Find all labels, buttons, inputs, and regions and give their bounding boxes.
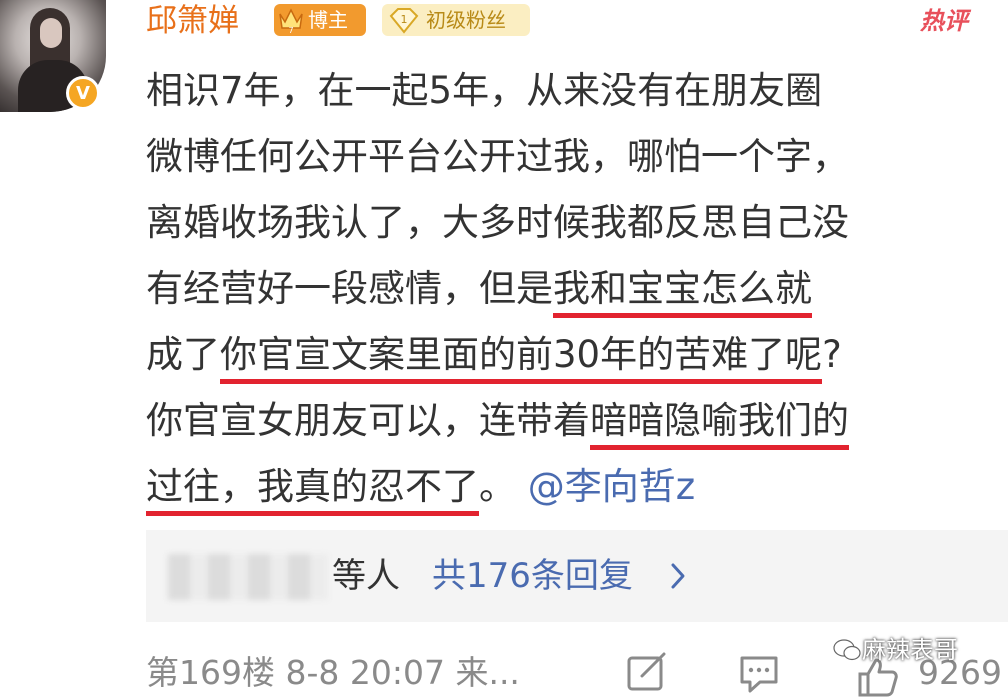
svg-text:7: 7 — [288, 26, 293, 34]
comment-icon[interactable] — [738, 654, 780, 694]
comment-line: 相识7年，在一起5年，从来没有在朋友圈 — [146, 58, 1004, 124]
wechat-icon — [833, 639, 861, 661]
chevron-right-icon — [671, 563, 685, 589]
edit-icon[interactable] — [626, 652, 668, 692]
text-segment: 成了 — [146, 333, 220, 376]
blogger-badge[interactable]: 7 博主 — [274, 4, 366, 36]
comment-line: 微博任何公开平台公开过我，哪怕一个字， — [146, 124, 1004, 190]
comment-card: V 邱箫婵 7 博主 1 初级粉丝 热评 相识7年，在一起5年，从来没有在朋友圈… — [0, 0, 1008, 699]
replies-preview[interactable]: 等人 共176条回复 — [146, 530, 1008, 622]
verified-badge: V — [66, 76, 100, 110]
comment-line: 离婚收场我认了，大多时候我都反思自己没 — [146, 190, 1004, 256]
view-replies-link[interactable]: 共176条回复 — [432, 550, 633, 602]
comment-line: 过往，我真的忍不了。 @李向哲z — [146, 454, 1004, 520]
mention-link[interactable]: @李向哲z — [528, 465, 695, 508]
avatar-face — [40, 18, 62, 48]
comment-text: 相识7年，在一起5年，从来没有在朋友圈 微博任何公开平台公开过我，哪怕一个字， … — [146, 58, 1004, 520]
text-segment: 。 — [479, 465, 516, 508]
underlined-segment: 过往，我真的忍不了 — [146, 465, 479, 508]
underlined-segment: 暗暗隐喻我们的 — [590, 399, 849, 442]
username[interactable]: 邱箫婵 — [146, 2, 239, 40]
hot-comment-tag: 热评 — [920, 7, 968, 35]
comment-meta: 第169楼 8-8 20:07 来... — [146, 653, 520, 692]
watermark: 麻辣表哥 — [832, 634, 958, 666]
fan-level-icon: 1 — [389, 8, 419, 34]
underlined-segment: 你官宣文案里面的前30年的苦难了呢 — [220, 333, 823, 376]
text-segment: 相识7年，在一起5年，从来没有在朋友圈 — [146, 69, 823, 112]
crown-icon: 7 — [279, 8, 303, 34]
fan-badge[interactable]: 1 初级粉丝 — [382, 4, 530, 36]
text-segment: 微博任何公开平台公开过我，哪怕一个字， — [146, 135, 849, 178]
text-segment: 你官宣女朋友可以，连带着 — [146, 399, 590, 442]
fan-level-number: 1 — [401, 13, 408, 26]
text-segment: 有经营好一段感情，但是 — [146, 267, 553, 310]
comment-line: 有经营好一段感情，但是我和宝宝怎么就 — [146, 256, 1004, 322]
comment-line: 成了你官宣文案里面的前30年的苦难了呢? — [146, 322, 1004, 388]
replies-users-suffix: 等人 — [332, 556, 400, 596]
fan-badge-label: 初级粉丝 — [426, 8, 506, 32]
blogger-badge-label: 博主 — [308, 8, 348, 32]
text-segment: ? — [822, 333, 842, 376]
watermark-label: 麻辣表哥 — [862, 636, 958, 664]
text-segment: 离婚收场我认了，大多时候我都反思自己没 — [146, 201, 849, 244]
underlined-segment: 我和宝宝怎么就 — [553, 267, 812, 310]
blurred-usernames — [168, 554, 328, 600]
comment-line: 你官宣女朋友可以，连带着暗暗隐喻我们的 — [146, 388, 1004, 454]
